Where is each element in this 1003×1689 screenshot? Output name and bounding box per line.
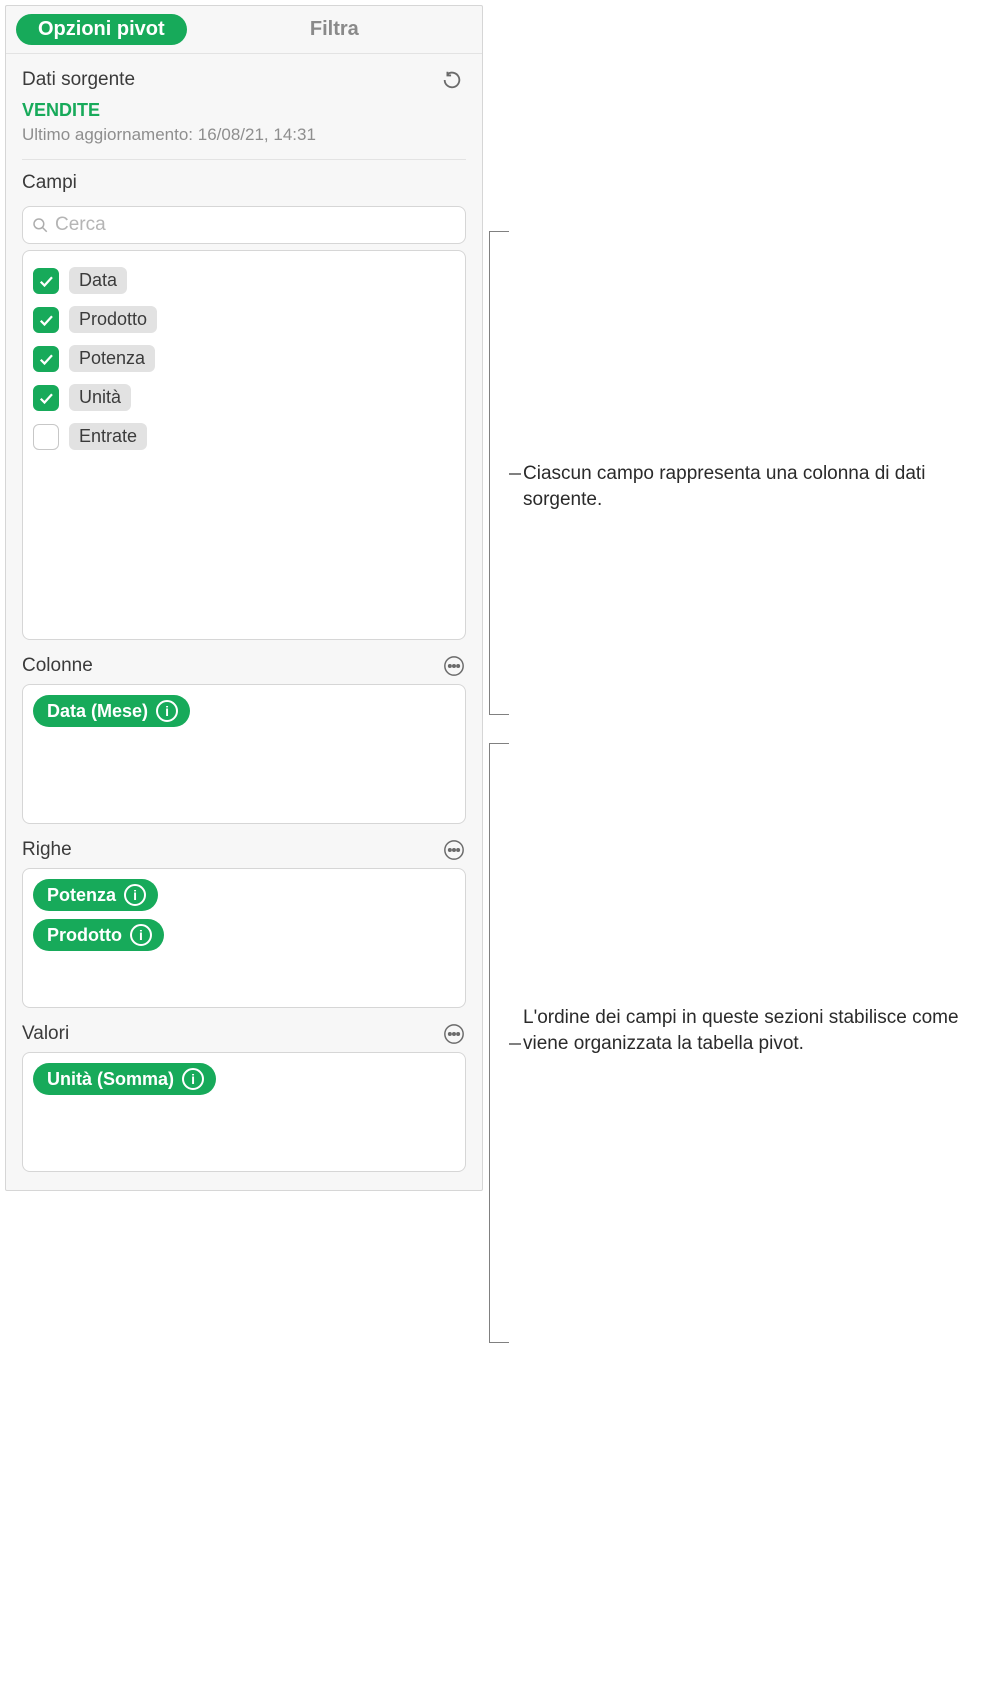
field-row: Prodotto xyxy=(33,300,455,339)
tab-pivot-options[interactable]: Opzioni pivot xyxy=(16,14,187,45)
source-data-header: Dati sorgente xyxy=(22,69,135,91)
values-header: Valori xyxy=(22,1023,69,1045)
row-pill-prodotto[interactable]: Prodotto i xyxy=(33,919,164,951)
values-zone: Valori Unità (Somma) i xyxy=(6,1008,482,1172)
rows-more-button[interactable] xyxy=(442,838,466,862)
value-pill-unita-somma[interactable]: Unità (Somma) i xyxy=(33,1063,216,1095)
fields-list: Data Prodotto Potenza Unità Entrate xyxy=(22,250,466,640)
field-row: Unità xyxy=(33,378,455,417)
fields-header: Campi xyxy=(22,172,466,194)
more-icon xyxy=(443,655,465,677)
field-checkbox-entrate[interactable] xyxy=(33,424,59,450)
refresh-button[interactable] xyxy=(438,66,466,94)
fields-section-header-row: Campi xyxy=(6,160,482,198)
pill-label: Unità (Somma) xyxy=(47,1069,174,1090)
columns-dropzone[interactable]: Data (Mese) i xyxy=(22,684,466,824)
field-row: Entrate xyxy=(33,417,455,456)
field-chip[interactable]: Prodotto xyxy=(69,306,157,333)
info-icon[interactable]: i xyxy=(156,700,178,722)
columns-zone: Colonne Data (Mese) i xyxy=(6,640,482,824)
rows-dropzone[interactable]: Potenza i Prodotto i xyxy=(22,868,466,1008)
fields-search-input[interactable] xyxy=(49,210,457,240)
source-data-name: VENDITE xyxy=(6,98,482,121)
field-checkbox-unita[interactable] xyxy=(33,385,59,411)
callout-fields-text: Ciascun campo rappresenta una colonna di… xyxy=(509,461,989,512)
pill-label: Data (Mese) xyxy=(47,701,148,722)
field-chip[interactable]: Data xyxy=(69,267,127,294)
pill-label: Prodotto xyxy=(47,925,122,946)
callout-bracket xyxy=(489,743,509,1343)
source-data-section: Dati sorgente xyxy=(6,54,482,98)
field-row: Potenza xyxy=(33,339,455,378)
rows-zone: Righe Potenza i Prodotto i xyxy=(6,824,482,1008)
field-chip[interactable]: Potenza xyxy=(69,345,155,372)
tab-filter[interactable]: Filtra xyxy=(197,14,472,45)
callout-zones-text: L'ordine dei campi in queste sezioni sta… xyxy=(509,1005,989,1056)
values-more-button[interactable] xyxy=(442,1022,466,1046)
pivot-options-panel: Opzioni pivot Filtra Dati sorgente VENDI… xyxy=(5,5,483,1191)
fields-search[interactable] xyxy=(22,206,466,244)
field-chip[interactable]: Entrate xyxy=(69,423,147,450)
more-icon xyxy=(443,1023,465,1045)
columns-more-button[interactable] xyxy=(442,654,466,678)
info-icon[interactable]: i xyxy=(130,924,152,946)
source-data-updated: Ultimo aggiornamento: 16/08/21, 14:31 xyxy=(6,121,482,159)
column-pill-data-mese[interactable]: Data (Mese) i xyxy=(33,695,190,727)
rows-header: Righe xyxy=(22,839,72,861)
row-pill-potenza[interactable]: Potenza i xyxy=(33,879,158,911)
pill-label: Potenza xyxy=(47,885,116,906)
field-checkbox-data[interactable] xyxy=(33,268,59,294)
field-chip[interactable]: Unità xyxy=(69,384,131,411)
search-icon xyxy=(31,216,49,234)
columns-header: Colonne xyxy=(22,655,93,677)
field-checkbox-potenza[interactable] xyxy=(33,346,59,372)
values-dropzone[interactable]: Unità (Somma) i xyxy=(22,1052,466,1172)
refresh-icon xyxy=(441,69,463,91)
field-checkbox-prodotto[interactable] xyxy=(33,307,59,333)
more-icon xyxy=(443,839,465,861)
callout-bracket xyxy=(489,231,509,715)
field-row: Data xyxy=(33,261,455,300)
info-icon[interactable]: i xyxy=(182,1068,204,1090)
panel-tabs: Opzioni pivot Filtra xyxy=(6,6,482,53)
info-icon[interactable]: i xyxy=(124,884,146,906)
